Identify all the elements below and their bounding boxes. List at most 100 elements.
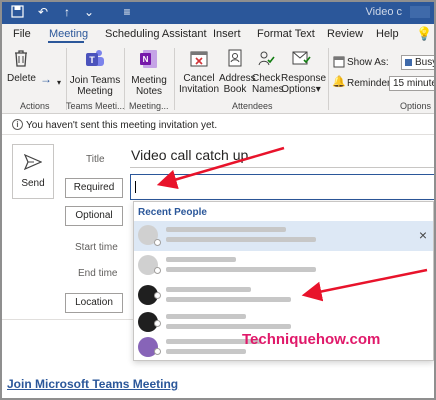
cancel-invitation-button[interactable]: Cancel Invitation [177,48,221,95]
meeting-notes-button[interactable]: N Meeting Notes [128,48,170,97]
end-time-label: End time [78,268,118,279]
svg-text:T: T [89,55,95,65]
join-teams-meeting-button[interactable]: T Join Teams Meeting [68,48,122,97]
recent-person-item[interactable]: × [134,221,433,251]
send-label: Send [21,178,45,189]
teams-icon: T [68,48,122,73]
redacted-email [166,237,316,242]
info-icon: i [12,119,23,130]
title-bar: ↶ ↑ ⌄ ≡ Video c [2,2,434,24]
quick-access-chevron-icon[interactable]: ⌄ [82,5,96,19]
title-label: Title [86,154,105,165]
address-book-icon [219,48,251,71]
redacted-email [166,349,246,354]
check-line2: Names [252,84,284,95]
check-names-button[interactable]: Check Names [252,48,284,95]
subject-field[interactable]: Video call catch up [131,147,248,163]
redo-icon[interactable]: ↑ [60,5,74,19]
reminder-value: 15 minutes [393,78,434,89]
group-separator [328,48,329,110]
send-icon [13,153,53,173]
meeting-notes-line2: Notes [135,86,163,97]
group-label-attendees: Attendees [232,101,273,111]
meeting-notes-line1: Meeting [131,75,167,86]
status-dot [154,348,161,355]
address-line2: Book [223,84,247,95]
reminder-bell-icon: 🔔 [332,76,346,88]
svg-text:N: N [143,55,149,64]
address-book-button[interactable]: Address Book [219,48,256,95]
recent-person-item[interactable] [134,281,433,311]
redacted-email [166,297,291,302]
redacted-name [166,227,286,232]
text-caret [135,181,136,193]
show-as-icon [332,56,346,71]
response-options-icon [281,48,321,71]
redacted-name [166,257,236,262]
tab-scheduling-assistant[interactable]: Scheduling Assistant [105,28,207,40]
location-button[interactable]: Location [65,293,123,313]
response-options-button[interactable]: Response Options▾ [281,48,326,95]
forward-button[interactable]: → [36,72,56,86]
info-text: You haven't sent this meeting invitation… [26,120,218,131]
ribbon: Delete → ▾ T Join Teams Meeting N Meetin… [2,44,434,114]
caption-buttons[interactable] [410,6,430,18]
reminder-select[interactable]: 15 minutes [389,76,434,91]
reminder-label: Reminder: [347,78,394,89]
send-button[interactable]: Send [12,144,54,199]
save-icon[interactable] [10,5,24,19]
join-teams-line2: Meeting [77,86,113,97]
customize-toolbar-icon[interactable]: ≡ [120,5,134,19]
optional-button[interactable]: Optional [65,206,123,226]
redacted-email [166,267,316,272]
busy-swatch [405,59,412,66]
group-separator [174,48,175,110]
recent-people-header: Recent People [138,207,207,218]
show-as-label: Show As: [347,57,389,68]
delete-icon [7,48,35,71]
recent-person-item[interactable] [134,251,433,281]
tab-meeting[interactable]: Meeting [49,28,88,40]
show-as-value: Busy [415,57,434,68]
address-line1: Address [219,73,256,84]
tab-insert[interactable]: Insert [213,28,241,40]
status-dot [154,239,161,246]
forward-dropdown-icon[interactable]: ▾ [54,77,64,88]
forward-arrow-icon: → [40,72,52,86]
group-label-meeting: Meeting... [129,101,169,111]
lightbulb-icon[interactable]: 💡 [416,26,432,42]
active-tab-indicator [48,41,84,43]
group-label-teams: Teams Meeti... [66,101,125,111]
required-attendees-input[interactable] [130,174,434,200]
group-label-options: Options [400,101,432,111]
status-dot [154,267,161,274]
show-as-select[interactable]: Busy [401,55,434,70]
onenote-icon: N [128,48,170,73]
cancel-line2: Invitation [178,84,220,95]
tab-review[interactable]: Review [327,28,363,40]
tab-file[interactable]: File [13,28,31,40]
redacted-email [166,324,291,329]
status-dot [154,320,161,327]
response-line1: Response [281,73,327,84]
remove-recent-icon[interactable]: × [419,228,427,242]
info-bar: i You haven't sent this meeting invitati… [2,115,434,135]
delete-button[interactable]: Delete [7,48,36,84]
start-time-label: Start time [75,242,118,253]
response-dropdown-icon: ▾ [315,84,321,95]
outlook-meeting-window: ↶ ↑ ⌄ ≡ Video c File Meeting Scheduling … [0,0,436,400]
delete-label: Delete [7,73,36,84]
redacted-name [166,287,251,292]
response-line2: Options [281,84,316,95]
redacted-name [166,314,246,319]
required-button[interactable]: Required [65,178,123,198]
tab-help[interactable]: Help [376,28,399,40]
ribbon-tabs: File Meeting Scheduling Assistant Insert… [2,24,434,44]
undo-icon[interactable]: ↶ [36,5,50,19]
status-dot [154,292,161,299]
tab-format-text[interactable]: Format Text [257,28,315,40]
subject-underline [130,167,434,168]
cancel-calendar-icon [177,48,221,71]
join-teams-meeting-link[interactable]: Join Microsoft Teams Meeting [7,377,178,391]
join-teams-line1: Join Teams [69,75,121,86]
